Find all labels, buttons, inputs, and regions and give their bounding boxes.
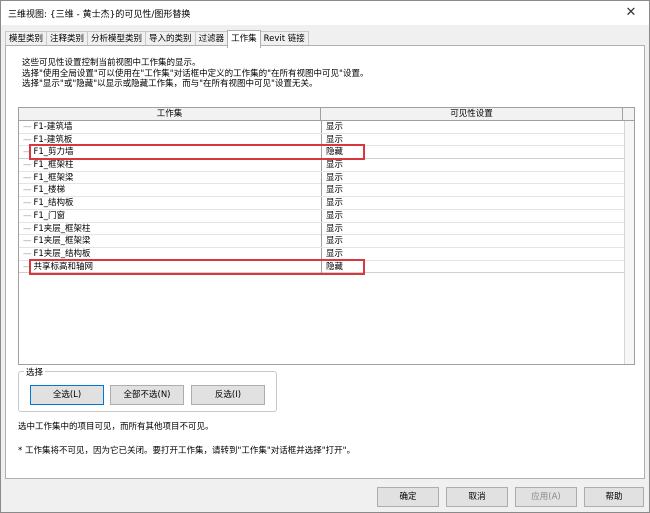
worksets-table: 工作集 可见性设置 — F1-建筑墙 显示 — F1-建筑板 显示 — F1_剪力墙 … <box>18 107 635 365</box>
table-row[interactable]: — F1_楼梯 显示 <box>19 184 624 198</box>
tree-line-icon: — <box>23 248 32 259</box>
table-row[interactable]: — F1_框架梁 显示 <box>19 171 624 185</box>
select-group-legend: 选择 <box>24 366 46 378</box>
workset-name-cell: — F1夹层_框架柱 <box>23 223 320 235</box>
tab-bar: 模型类别 注释类别 分析模型类别 导入的类别 过滤器 工作集 Revit 链接 <box>5 29 309 48</box>
column-header-visibility[interactable]: 可见性设置 <box>321 108 623 121</box>
select-all-button[interactable]: 全选(L) <box>30 385 104 405</box>
workset-name-cell: — F1_门窗 <box>23 210 320 222</box>
table-row[interactable]: — F1_门窗 显示 <box>19 209 624 223</box>
title-bar[interactable]: 三维视图: {三维 - 黄士杰}的可见性/图形替换 ✕ <box>1 1 649 25</box>
visibility-dropdown[interactable]: 显示 <box>321 184 621 197</box>
table-scrollbar[interactable] <box>624 121 634 364</box>
workset-name-cell: — F1-建筑墙 <box>23 121 320 133</box>
column-header-workset[interactable]: 工作集 <box>19 108 321 121</box>
select-group: 选择 全选(L) 全部不选(N) 反选(I) <box>18 366 277 412</box>
table-row[interactable]: — F1_剪力墙 隐藏 <box>19 146 624 160</box>
tree-line-icon: — <box>23 210 32 221</box>
table-row[interactable]: — F1_框架柱 显示 <box>19 159 624 172</box>
table-row[interactable]: — F1-建筑墙 显示 <box>19 121 624 134</box>
workset-name-cell: — F1-建筑板 <box>23 134 320 146</box>
description-line: 选择"使用全局设置"可以使用在"工作集"对话框中定义的工作集的"在所有视图中可见… <box>22 68 369 79</box>
workset-name: F1夹层_框架柱 <box>33 223 91 234</box>
workset-name: F1_楼梯 <box>33 185 66 196</box>
visibility-dropdown[interactable]: 隐藏 <box>321 260 621 273</box>
workset-name: F1_门窗 <box>33 210 66 221</box>
table-row[interactable]: — F1夹层_框架柱 显示 <box>19 222 624 236</box>
workset-name-cell: — F1夹层_框架梁 <box>23 235 320 247</box>
workset-name: F1_结构板 <box>33 198 74 209</box>
table-rows: — F1-建筑墙 显示 — F1-建筑板 显示 — F1_剪力墙 隐藏 — F1_框架柱… <box>19 121 624 274</box>
workset-name: F1夹层_框架梁 <box>33 236 91 247</box>
visibility-dropdown[interactable]: 显示 <box>321 235 621 248</box>
worksets-panel: 这些可见性设置控制当前视图中工作集的显示。 选择"使用全局设置"可以使用在"工作… <box>5 45 645 479</box>
visibility-dropdown[interactable]: 显示 <box>321 197 621 210</box>
tree-line-icon: — <box>23 185 32 196</box>
workset-name: F1_框架梁 <box>33 172 74 183</box>
window-title: 三维视图: {三维 - 黄士杰}的可见性/图形替换 <box>8 10 191 20</box>
closed-worksets-note: * 工作集将不可见，因为它已关闭。要打开工作集，请转到"工作集"对话框并选择"打… <box>18 446 356 456</box>
dialog-window: 三维视图: {三维 - 黄士杰}的可见性/图形替换 ✕ 模型类别 注释类别 分析模型… <box>0 0 650 513</box>
workset-name-cell: — F1_楼梯 <box>23 184 320 196</box>
table-row[interactable]: — F1夹层_框架梁 显示 <box>19 235 624 248</box>
tree-line-icon: — <box>23 261 32 272</box>
visibility-dropdown[interactable]: 显示 <box>321 222 621 235</box>
table-row[interactable]: — F1_结构板 显示 <box>19 197 624 210</box>
visibility-dropdown[interactable]: 显示 <box>321 159 621 172</box>
tree-line-icon: — <box>23 236 32 247</box>
workset-name-cell: — F1_框架梁 <box>23 172 320 184</box>
table-header: 工作集 可见性设置 <box>19 108 634 121</box>
visibility-dropdown[interactable]: 显示 <box>321 247 621 260</box>
description-line: 这些可见性设置控制当前视图中工作集的显示。 <box>22 58 201 68</box>
help-button[interactable]: 帮助 <box>584 487 644 507</box>
workset-name-cell: — F1_结构板 <box>23 197 320 209</box>
select-none-button[interactable]: 全部不选(N) <box>110 385 184 405</box>
tree-line-icon: — <box>23 198 32 209</box>
description-text: 这些可见性设置控制当前视图中工作集的显示。 选择"使用全局设置"可以使用在"工作… <box>22 58 368 90</box>
visibility-dropdown[interactable]: 显示 <box>321 121 621 133</box>
workset-name: 共享标高和轴网 <box>33 261 94 272</box>
visibility-dropdown[interactable]: 显示 <box>321 171 621 184</box>
tree-line-icon: — <box>23 223 32 234</box>
workset-name-cell: — F1夹层_结构板 <box>23 248 320 260</box>
workset-name: F1_框架柱 <box>33 160 74 171</box>
dialog-body: 模型类别 注释类别 分析模型类别 导入的类别 过滤器 工作集 Revit 链接 这些可见性设… <box>1 25 649 512</box>
workset-name-cell: — 共享标高和轴网 <box>23 261 320 273</box>
table-row[interactable]: — 共享标高和轴网 隐藏 <box>19 260 624 274</box>
workset-name-cell: — F1_框架柱 <box>23 159 320 171</box>
table-row[interactable]: — F1-建筑板 显示 <box>19 133 624 147</box>
workset-name: F1-建筑墙 <box>33 122 73 132</box>
tree-line-icon: — <box>23 122 32 132</box>
tree-line-icon: — <box>23 172 32 183</box>
table-row[interactable]: — F1夹层_结构板 显示 <box>19 247 624 261</box>
tree-line-icon: — <box>23 160 32 171</box>
visibility-dropdown[interactable]: 显示 <box>321 133 621 146</box>
workset-name: F1_剪力墙 <box>33 147 74 158</box>
cancel-button[interactable]: 取消 <box>446 487 508 507</box>
invert-selection-button[interactable]: 反选(I) <box>191 385 265 405</box>
visibility-dropdown[interactable]: 显示 <box>321 209 621 222</box>
ok-button[interactable]: 确定 <box>377 487 439 507</box>
workset-name: F1夹层_结构板 <box>33 248 91 259</box>
tab-worksets[interactable]: 工作集 <box>227 30 261 48</box>
close-icon[interactable]: ✕ <box>621 3 641 23</box>
tree-line-icon: — <box>23 147 32 158</box>
selected-visible-note: 选中工作集中的项目可见，而所有其他项目不可见。 <box>18 422 214 432</box>
apply-button[interactable]: 应用(A) <box>515 487 577 507</box>
workset-name: F1-建筑板 <box>33 134 73 145</box>
tree-line-icon: — <box>23 134 32 145</box>
visibility-dropdown[interactable]: 隐藏 <box>321 146 621 159</box>
workset-name-cell: — F1_剪力墙 <box>23 146 320 158</box>
description-line: 选择"显示"或"隐藏"以显示或隐藏工作集，而与"在所有视图中可见"设置无关。 <box>22 79 318 89</box>
